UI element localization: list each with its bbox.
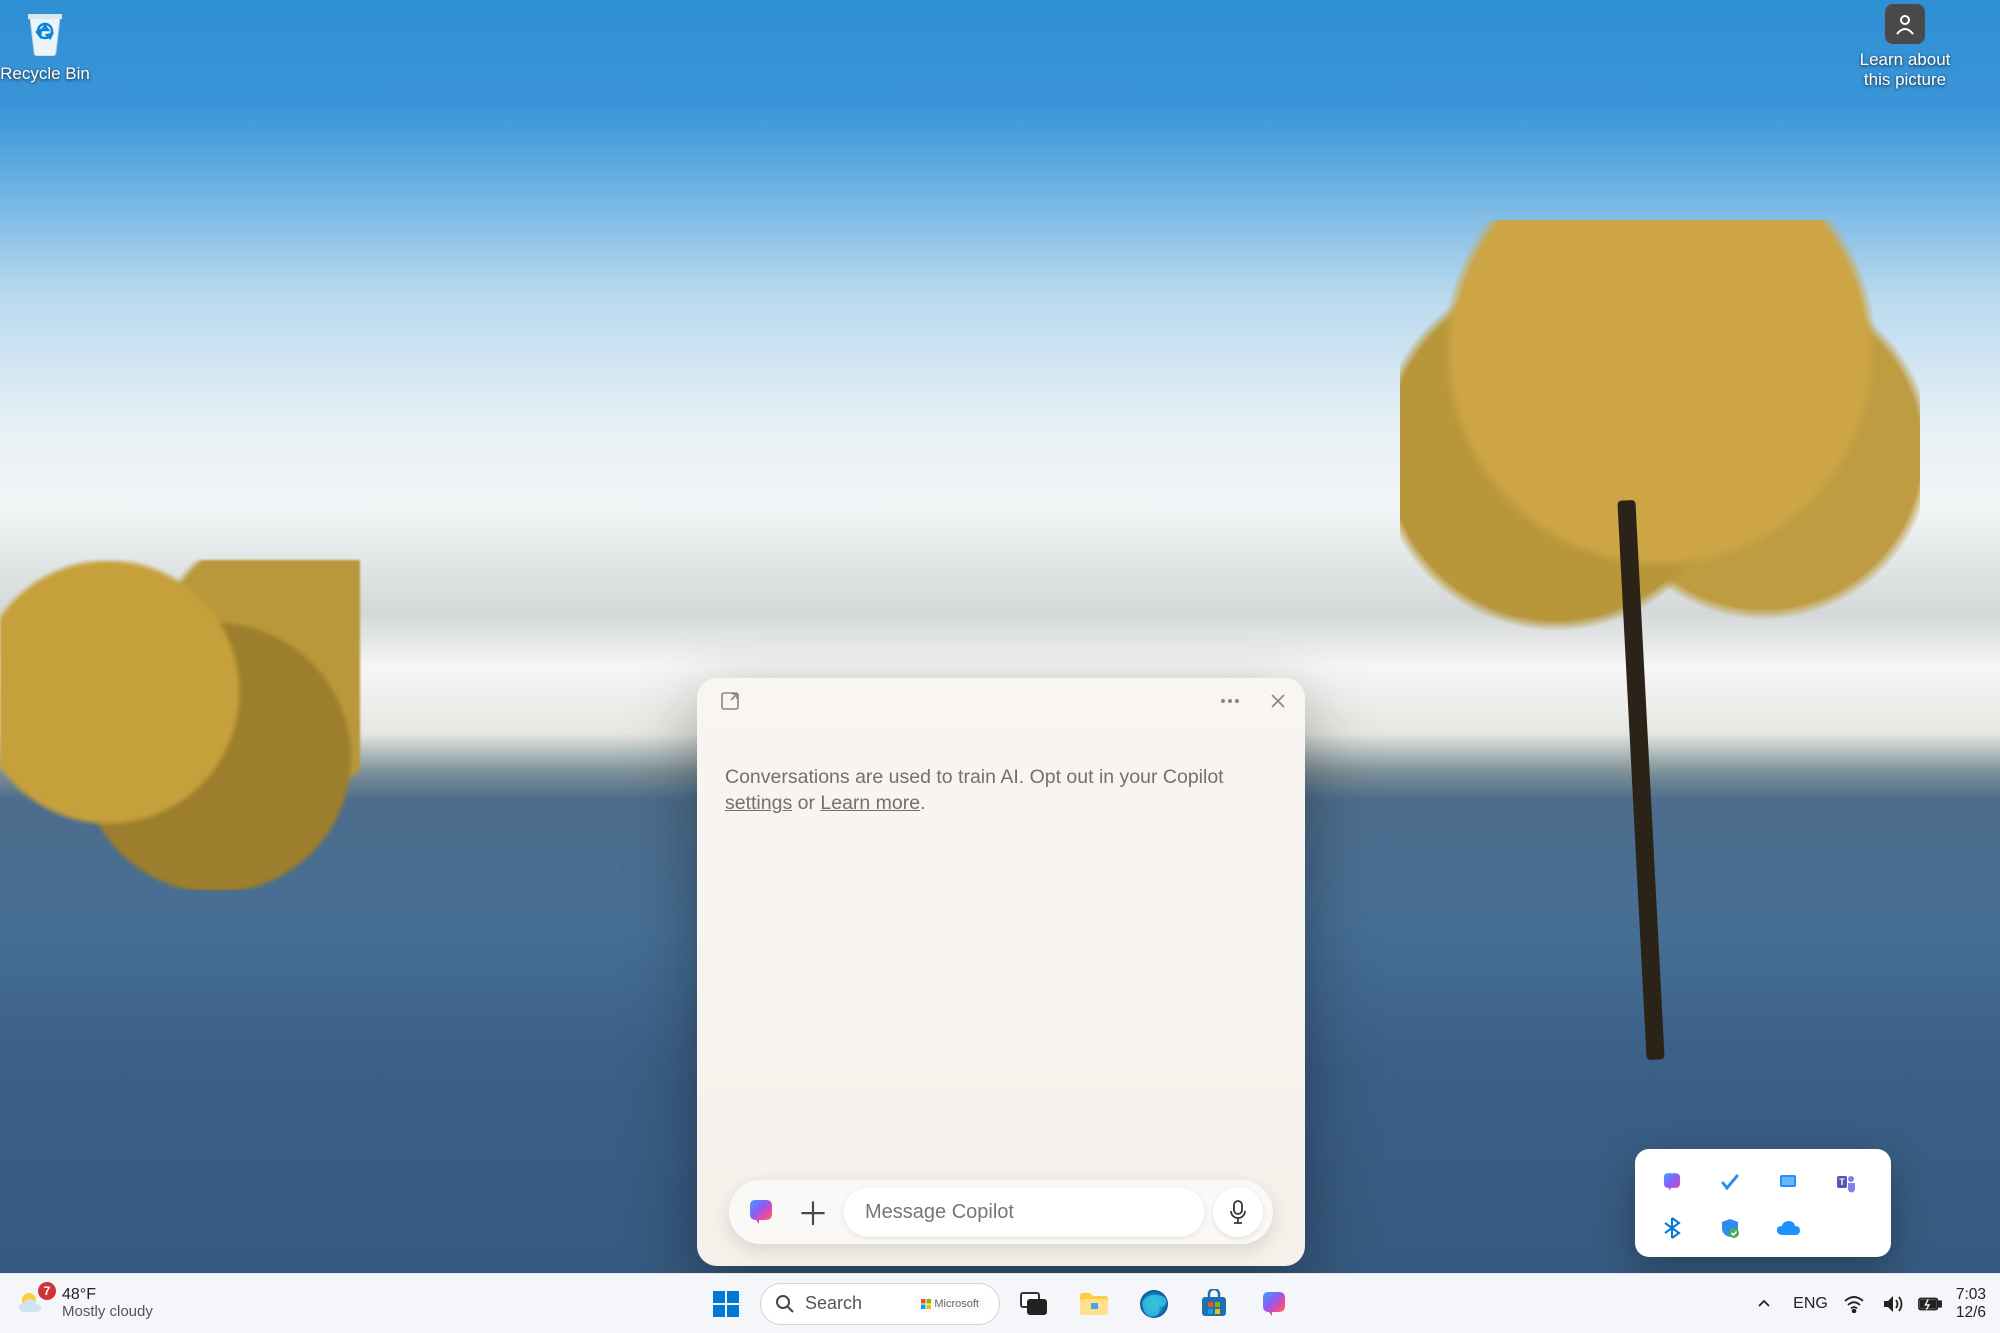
- learn-about-picture-label-2: this picture: [1840, 70, 1970, 90]
- tray-overflow-popup: T: [1635, 1149, 1891, 1257]
- tray-bluetooth-icon[interactable]: [1647, 1209, 1697, 1247]
- tray-onedrive-icon[interactable]: [1763, 1209, 1813, 1247]
- tray-todo-icon[interactable]: [1705, 1163, 1755, 1201]
- close-icon[interactable]: [1263, 686, 1293, 716]
- search-microsoft-badge: Microsoft: [915, 1296, 985, 1312]
- recycle-bin-glyph: [21, 4, 69, 58]
- weather-temp: 48°F: [62, 1286, 153, 1304]
- language-indicator[interactable]: ENG: [1793, 1295, 1828, 1313]
- tray-copilot-icon[interactable]: [1647, 1163, 1697, 1201]
- start-button[interactable]: [700, 1278, 752, 1330]
- spotlight-glyph: [1885, 4, 1925, 44]
- weather-condition: Mostly cloudy: [62, 1304, 153, 1321]
- learn-about-picture-icon[interactable]: Learn about this picture: [1840, 4, 1970, 90]
- tray-your-phone-icon[interactable]: [1763, 1163, 1813, 1201]
- new-chat-button[interactable]: ＋: [791, 1190, 835, 1234]
- tray-overflow-button[interactable]: [1749, 1289, 1779, 1319]
- copilot-input-row: ＋ Message Copilot: [729, 1180, 1273, 1244]
- copilot-window: Conversations are used to train AI. Opt …: [697, 678, 1305, 1266]
- clock[interactable]: 7:03 12/6: [1956, 1286, 1986, 1322]
- taskbar-search[interactable]: Search Microsoft: [760, 1283, 1000, 1325]
- copilot-notice-text-3: .: [920, 792, 925, 814]
- clock-time: 7:03: [1956, 1286, 1986, 1304]
- wallpaper-tree-canopy: [1400, 220, 1920, 880]
- copilot-notice: Conversations are used to train AI. Opt …: [697, 724, 1305, 817]
- edge-button[interactable]: [1128, 1278, 1180, 1330]
- copilot-settings-link[interactable]: settings: [725, 792, 792, 814]
- taskbar-search-placeholder: Search: [805, 1293, 862, 1314]
- volume-icon[interactable]: [1880, 1292, 1904, 1316]
- expand-icon[interactable]: [715, 686, 745, 716]
- weather-text: 48°F Mostly cloudy: [62, 1286, 153, 1320]
- tray-teams-icon[interactable]: T: [1821, 1163, 1871, 1201]
- search-microsoft-label: Microsoft: [934, 1298, 979, 1310]
- copilot-notice-text-1: Conversations are used to train AI. Opt …: [725, 766, 1224, 788]
- taskbar: 7 48°F Mostly cloudy Search Microsoft: [0, 1273, 2000, 1333]
- battery-icon[interactable]: [1918, 1292, 1942, 1316]
- more-icon[interactable]: [1215, 686, 1245, 716]
- svg-text:T: T: [1839, 1177, 1845, 1187]
- copilot-logo-icon[interactable]: [739, 1190, 783, 1234]
- copilot-learn-more-link[interactable]: Learn more: [820, 792, 920, 814]
- clock-date: 12/6: [1956, 1304, 1986, 1322]
- weather-icon: 7: [16, 1286, 52, 1322]
- weather-badge: 7: [38, 1282, 56, 1300]
- copilot-titlebar: [697, 678, 1305, 724]
- task-view-button[interactable]: [1008, 1278, 1060, 1330]
- search-icon: [775, 1294, 795, 1314]
- taskbar-right: ENG 7:03 12/6: [1749, 1286, 2000, 1322]
- wallpaper-foliage: [0, 560, 360, 890]
- copilot-taskbar-button[interactable]: [1248, 1278, 1300, 1330]
- wifi-icon[interactable]: [1842, 1292, 1866, 1316]
- store-button[interactable]: [1188, 1278, 1240, 1330]
- learn-about-picture-label-1: Learn about: [1840, 50, 1970, 70]
- recycle-bin-label: Recycle Bin: [0, 64, 100, 84]
- microphone-button[interactable]: [1213, 1187, 1263, 1237]
- copilot-message-input[interactable]: Message Copilot: [843, 1187, 1205, 1237]
- tray-security-icon[interactable]: [1705, 1209, 1755, 1247]
- recycle-bin-icon[interactable]: Recycle Bin: [0, 4, 100, 84]
- copilot-notice-text-2: or: [792, 792, 820, 814]
- weather-widget[interactable]: 7 48°F Mostly cloudy: [0, 1286, 153, 1322]
- file-explorer-button[interactable]: [1068, 1278, 1120, 1330]
- taskbar-center: Search Microsoft: [700, 1278, 1300, 1330]
- copilot-message-placeholder: Message Copilot: [865, 1201, 1014, 1224]
